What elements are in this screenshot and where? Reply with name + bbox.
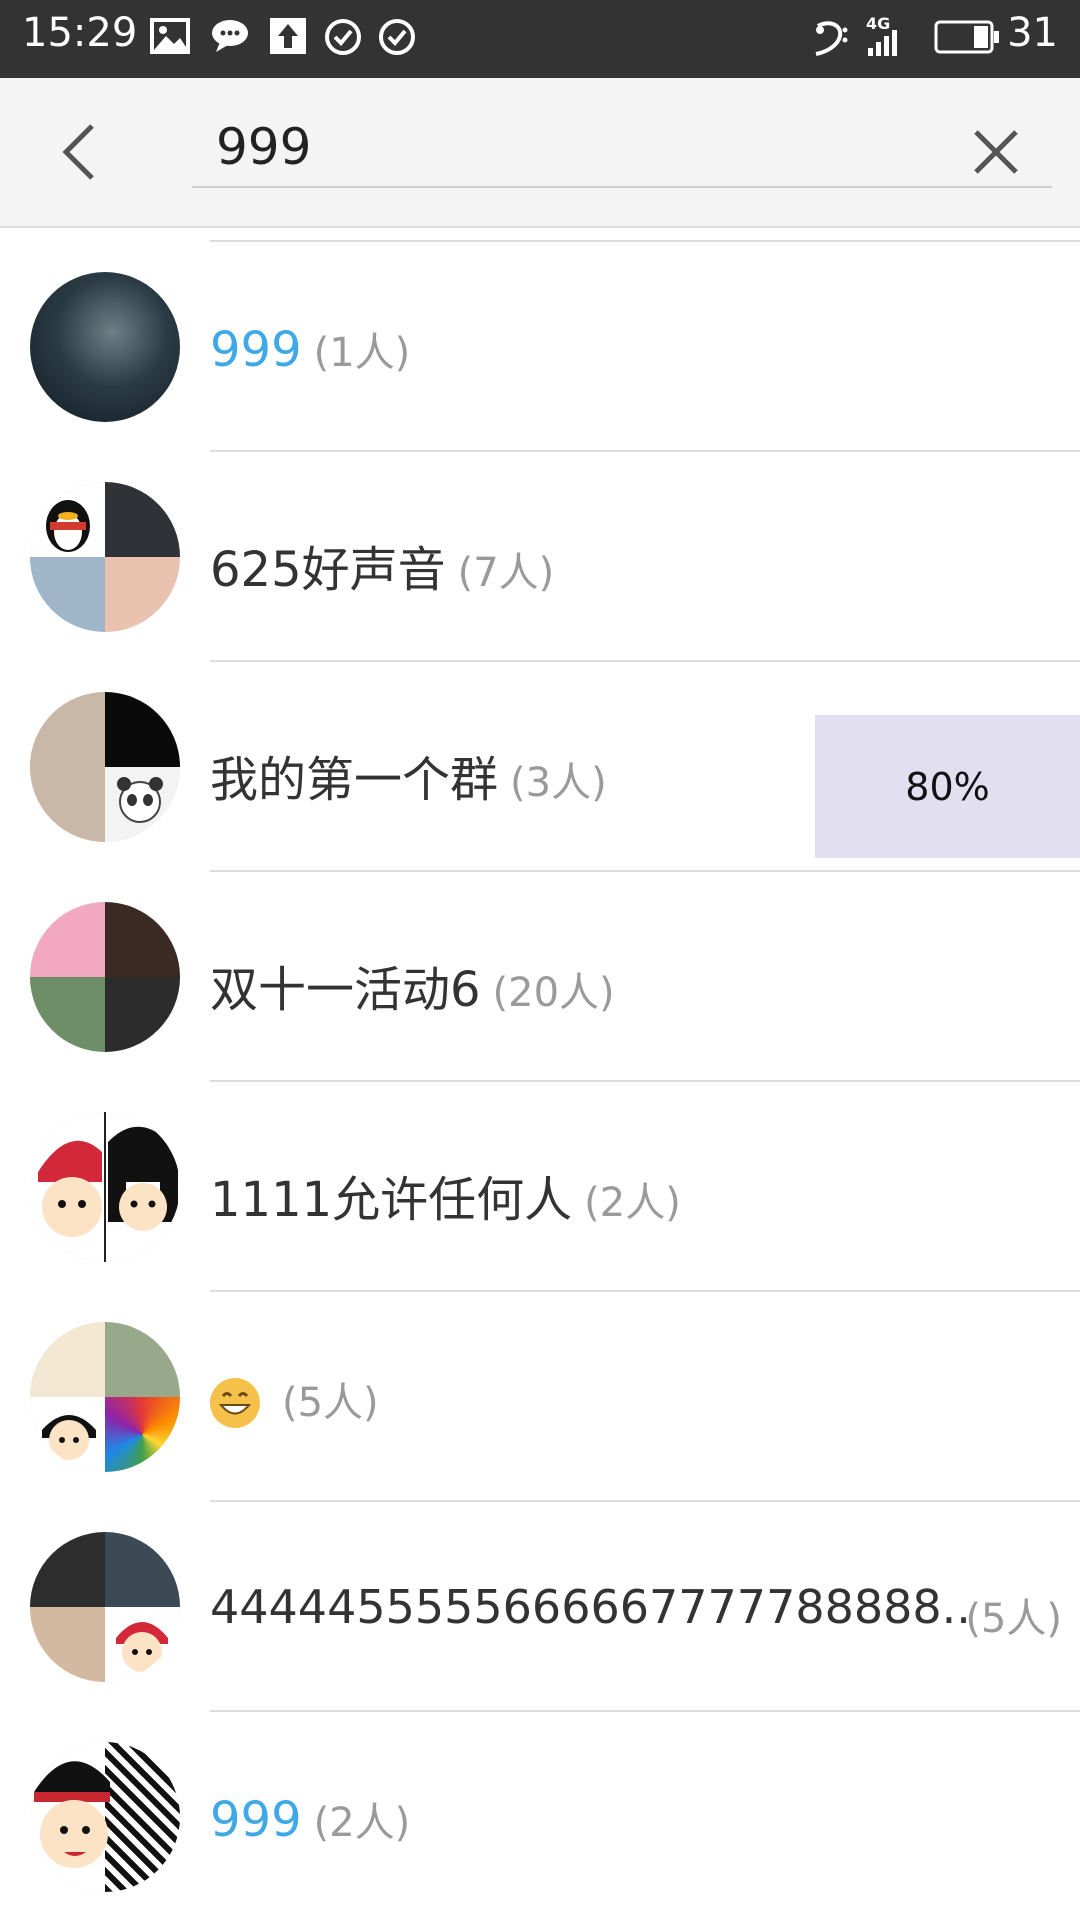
avatar (30, 482, 180, 632)
status-time: 15:29 (22, 10, 138, 56)
upload-icon (270, 18, 306, 54)
avatar (30, 1112, 180, 1262)
cartoon-faces-icon (38, 1112, 178, 1262)
status-bar: 15:29 4G 31 (0, 0, 1080, 78)
search-input[interactable] (192, 108, 1052, 188)
avatar (30, 1532, 180, 1682)
member-count: (5人) (282, 1380, 379, 1426)
battery-icon (934, 20, 999, 54)
group-name: 625好声音 (7人) (210, 542, 555, 598)
group-name: 999 (2人) (210, 1792, 411, 1848)
group-row[interactable]: 1111允许任何人 (2人) (0, 1082, 1080, 1292)
image-icon (150, 18, 190, 54)
panda-icon (117, 777, 163, 823)
cartoon-kid-icon (116, 1622, 168, 1672)
zoom-overlay: 80% (815, 715, 1080, 858)
group-row[interactable]: 999 (1人) (0, 242, 1080, 452)
group-name: (5人) (210, 1370, 379, 1428)
member-count: (20人) (492, 970, 615, 1016)
group-name: 我的第一个群 (3人) (210, 752, 607, 808)
check-circle-icon (325, 19, 361, 55)
avatar (30, 902, 180, 1052)
avatar (30, 1742, 180, 1892)
back-arrow-icon[interactable] (52, 118, 112, 186)
avatar (30, 1322, 180, 1472)
search-header (0, 78, 1080, 228)
group-name: 1111允许任何人 (2人) (210, 1172, 681, 1228)
group-row[interactable]: 4444455555666667777788888.. (5人) (0, 1502, 1080, 1712)
group-row[interactable]: (5人) (0, 1292, 1080, 1502)
group-name: 双十一活动6 (20人) (210, 962, 615, 1018)
member-count: (7人) (457, 550, 555, 596)
group-row[interactable]: 625好声音 (7人) (0, 452, 1080, 662)
chat-icon (212, 20, 248, 52)
check-circle-icon (379, 19, 415, 55)
music-clef-icon (815, 21, 848, 56)
grinning-face-icon (210, 1378, 260, 1428)
member-count: (2人) (313, 1800, 411, 1846)
group-row[interactable]: 双十一活动6 (20人) (0, 872, 1080, 1082)
member-count: (5人) (965, 1596, 1062, 1642)
member-count: (3人) (510, 760, 607, 806)
member-count: (2人) (584, 1180, 681, 1226)
group-row[interactable]: 999 (2人) (0, 1712, 1080, 1922)
group-name: 999 (1人) (210, 322, 411, 378)
cartoon-face-icon (34, 1761, 110, 1868)
member-count: (1人) (313, 330, 411, 376)
group-name: 4444455555666667777788888.. (210, 1580, 971, 1634)
cartoon-boy-icon (42, 1415, 96, 1460)
avatar (30, 692, 180, 842)
avatar (30, 272, 180, 422)
penguin-icon (46, 500, 90, 552)
clear-x-icon[interactable] (966, 122, 1026, 182)
battery-percent: 31 (1007, 10, 1058, 56)
signal-icon (868, 30, 897, 56)
